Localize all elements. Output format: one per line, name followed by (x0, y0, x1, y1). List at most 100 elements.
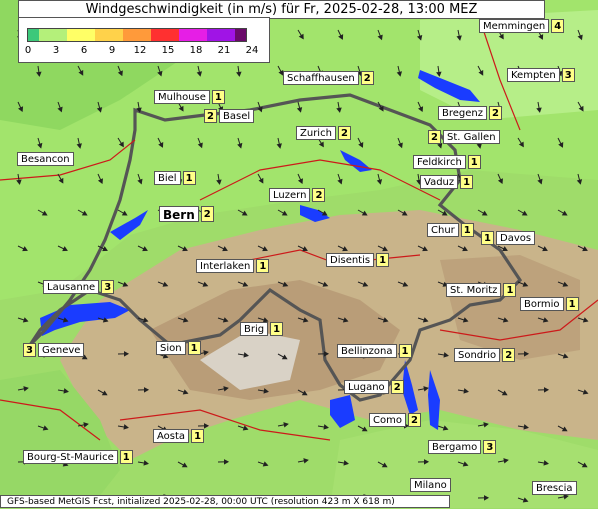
place-label-bormio: Bormio1 (520, 297, 579, 311)
wind-speed-value: 2 (361, 71, 374, 85)
place-label-bergamo: Bergamo3 (428, 440, 496, 454)
place-name: Bergamo (428, 440, 481, 454)
place-label-lugano: Lugano2 (344, 380, 404, 394)
place-name: Biel (154, 171, 181, 185)
place-label-brig: Brig1 (240, 322, 283, 336)
place-name: Bern (159, 206, 199, 222)
wind-speed-value: 2 (312, 188, 325, 202)
place-name: Bregenz (438, 106, 487, 120)
place-name: Bourg-St-Maurice (23, 450, 118, 464)
place-name: Sondrio (454, 348, 500, 362)
place-name: Besancon (17, 152, 74, 166)
legend-color-bar (27, 28, 247, 42)
place-label-biel: Biel1 (154, 171, 196, 185)
place-name: Vaduz (420, 175, 458, 189)
wind-speed-value: 1 (120, 450, 133, 464)
place-name: Mulhouse (154, 90, 210, 104)
wind-speed-value: 2 (489, 106, 502, 120)
place-label-feldkirch: Feldkirch1 (413, 155, 481, 169)
wind-speed-value: 3 (562, 68, 575, 82)
wind-speed-value: 1 (566, 297, 579, 311)
place-label-basel: 2Basel (204, 109, 254, 123)
legend-swatch (39, 29, 67, 41)
place-name: St. Gallen (443, 130, 500, 144)
legend-swatch (179, 29, 207, 41)
place-label-memmingen: Memmingen4 (479, 19, 564, 33)
place-label-brescia: Brescia (532, 481, 577, 495)
wind-speed-value: 2 (338, 126, 351, 140)
place-label-geneve: 3Geneve (23, 343, 84, 357)
place-label-aosta: Aosta1 (153, 429, 204, 443)
place-label-bourg-st-maurice: Bourg-St-Maurice1 (23, 450, 133, 464)
place-label-sion: Sion1 (156, 341, 201, 355)
place-label-st-moritz: St. Moritz1 (446, 283, 516, 297)
place-label-kempten: Kempten3 (507, 68, 575, 82)
place-name: Feldkirch (413, 155, 466, 169)
place-name: Geneve (38, 343, 84, 357)
legend-swatch (95, 29, 123, 41)
wind-speed-value: 1 (212, 90, 225, 104)
forecast-footer: GFS-based MetGIS Fcst, initialized 2025-… (0, 495, 450, 508)
wind-speed-value: 2 (201, 206, 214, 222)
place-label-como: Como2 (369, 413, 421, 427)
legend-tick-label: 12 (134, 45, 147, 56)
place-name: Brig (240, 322, 268, 336)
wind-speed-value: 2 (502, 348, 515, 362)
wind-speed-value: 4 (551, 19, 564, 33)
legend-tick-label: 18 (190, 45, 203, 56)
legend-tick-label: 15 (162, 45, 175, 56)
legend-tick-label: 9 (109, 45, 115, 56)
place-name: Memmingen (479, 19, 549, 33)
place-name: Luzern (269, 188, 310, 202)
wind-speed-value: 2 (408, 413, 421, 427)
place-name: Lugano (344, 380, 389, 394)
legend-swatch (123, 29, 151, 41)
legend-tick-label: 3 (53, 45, 59, 56)
place-name: Kempten (507, 68, 560, 82)
wind-speed-value: 1 (183, 171, 196, 185)
place-label-besancon: Besancon (17, 152, 74, 166)
place-name: Brescia (532, 481, 577, 495)
place-label-bern: Bern2 (159, 206, 214, 222)
place-label-vaduz: Vaduz1 (420, 175, 473, 189)
wind-speed-value: 1 (503, 283, 516, 297)
wind-speed-value: 1 (376, 253, 389, 267)
place-label-davos: 1Davos (481, 231, 535, 245)
wind-speed-value: 2 (428, 130, 441, 144)
legend-swatch (28, 29, 39, 41)
place-name: Bellinzona (337, 344, 397, 358)
legend-tick-label: 21 (218, 45, 231, 56)
place-label-luzern: Luzern2 (269, 188, 325, 202)
wind-speed-value: 1 (256, 259, 269, 273)
wind-speed-value: 3 (101, 280, 114, 294)
place-name: Davos (496, 231, 535, 245)
wind-speed-value: 1 (191, 429, 204, 443)
legend-tick-label: 24 (246, 45, 259, 56)
place-label-disentis: Disentis1 (326, 253, 389, 267)
wind-speed-value: 2 (204, 109, 217, 123)
wind-speed-value: 1 (461, 223, 474, 237)
place-label-sondrio: Sondrio2 (454, 348, 515, 362)
wind-speed-value: 1 (468, 155, 481, 169)
place-name: Zurich (296, 126, 336, 140)
place-name: Chur (427, 223, 459, 237)
place-label-mulhouse: Mulhouse1 (154, 90, 225, 104)
legend-swatch (67, 29, 95, 41)
wind-speed-value: 1 (460, 175, 473, 189)
place-label-bellinzona: Bellinzona1 (337, 344, 412, 358)
place-name: Sion (156, 341, 186, 355)
wind-speed-value: 1 (399, 344, 412, 358)
place-label-interlaken: Interlaken1 (196, 259, 269, 273)
legend-swatch (235, 29, 246, 41)
place-name: Como (369, 413, 406, 427)
place-label-schaffhausen: Schaffhausen2 (283, 71, 374, 85)
place-label-lausanne: Lausanne3 (43, 280, 114, 294)
legend-swatch (207, 29, 235, 41)
place-name: Milano (410, 478, 451, 492)
place-name: Interlaken (196, 259, 254, 273)
wind-speed-value: 1 (188, 341, 201, 355)
place-name: Bormio (520, 297, 564, 311)
place-name: Basel (219, 109, 254, 123)
wind-speed-value: 1 (270, 322, 283, 336)
place-name: Lausanne (43, 280, 99, 294)
